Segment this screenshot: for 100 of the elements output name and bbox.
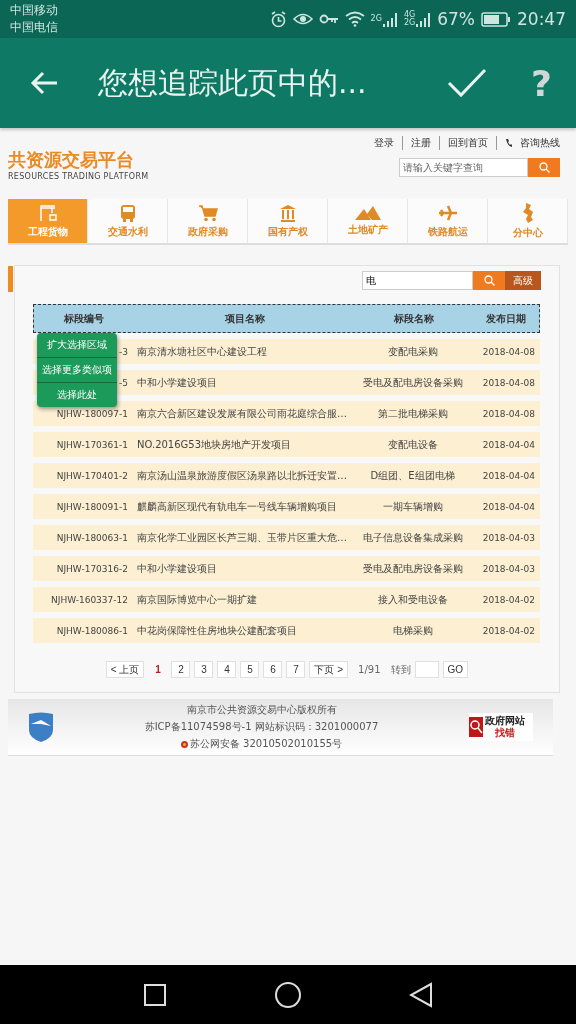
eye-icon xyxy=(292,12,313,26)
error-report-badge[interactable]: 政府网站 找错 xyxy=(469,713,533,741)
network-label: 2G xyxy=(403,19,416,27)
phone-icon xyxy=(505,139,512,147)
battery-icon xyxy=(481,11,511,27)
table-row[interactable]: NJHW-180091-1 麒麟高新区现代有轨电车一号线车辆增购项目 一期车辆增购 2018-04-04 xyxy=(33,494,540,519)
footer-text: 苏ICP备11074598号-1 网站标识码：3201000077 xyxy=(144,720,379,734)
table-cell-text: 受电及配电房设备采购 xyxy=(361,561,464,576)
table-cell-text: 麒麟高新区现代有轨电车一号线车辆增购项目 xyxy=(136,499,338,514)
table-cell-text: 2018-04-08 xyxy=(481,346,536,357)
table-cell-text: D组团、E组团电梯 xyxy=(369,468,456,483)
menu-item[interactable]: 选择更多类似项 xyxy=(37,358,117,383)
table-cell-text: 中和小学建设项目 xyxy=(136,375,218,390)
help-button[interactable]: ? xyxy=(531,62,552,104)
table-cell-text: 受电及配电房设备采购 xyxy=(361,375,464,390)
table-cell-text: 变配电设备 xyxy=(386,437,439,452)
prev-page-button[interactable]: < 上页 xyxy=(105,661,145,678)
table-cell-text: NJHW-170316-2 xyxy=(55,563,129,574)
section-tag xyxy=(8,266,13,292)
table-row[interactable]: NJHW-170361-1 NO.2016G53地块房地产开发项目 变配电设备 2018-04-04 xyxy=(33,432,540,457)
alarm-icon xyxy=(269,10,287,28)
table-row[interactable]: NJHW-180063-1 南京化学工业园区长芦三期、玉带片区重大危… 电子信息设备集成采购 2018-04-03 xyxy=(33,525,540,550)
column-header: 标段名称 xyxy=(392,311,435,326)
page-button[interactable]: 1 xyxy=(148,661,168,678)
header-link[interactable]: 注册 xyxy=(411,136,440,150)
square-icon[interactable] xyxy=(143,982,168,1007)
filter-field[interactable]: 电 xyxy=(362,271,473,290)
network-label: 4G xyxy=(403,11,416,19)
search-button[interactable] xyxy=(528,158,560,177)
table-cell-text: NJHW-180091-1 xyxy=(55,501,129,512)
page-button[interactable]: 4 xyxy=(217,661,237,678)
header-link[interactable]: 回到首页 xyxy=(448,136,497,150)
shield-icon xyxy=(28,712,54,742)
table-row[interactable]: NJHW-180086-1 中花岗保障性住房地块公建配套项目 电梯采购 2018-04-02 xyxy=(33,618,540,643)
map-icon xyxy=(521,202,534,223)
table-row[interactable]: NJHW-180097-1 南京六合新区建设发展有限公司雨花庭综合服… 第二批电梯采购 2018-04-08 xyxy=(33,401,540,426)
carrier-name: 中国移动 xyxy=(10,2,58,19)
cart-icon xyxy=(197,203,218,222)
table-cell-text: NO.2016G53地块房地产开发项目 xyxy=(136,437,293,452)
table-cell-text: 南京化学工业园区长芦三期、玉带片区重大危… xyxy=(136,530,348,545)
check-icon[interactable] xyxy=(447,68,488,98)
table-cell-text: NJHW-160337-12 xyxy=(50,594,129,605)
next-page-button[interactable]: 下页 > xyxy=(309,661,349,678)
table-cell-text: 南京清水塘社区中心建设工程 xyxy=(136,344,268,359)
page-button[interactable]: 7 xyxy=(286,661,306,678)
table-cell-text: 中花岗保障性住房地块公建配套项目 xyxy=(136,623,298,638)
table-cell-text: 南京国际博览中心一期扩建 xyxy=(136,592,258,607)
table-cell-text: 变配电采购 xyxy=(386,344,439,359)
table-cell-text: -5 xyxy=(118,377,129,388)
circle-icon[interactable] xyxy=(274,980,302,1009)
column-header: 项目名称 xyxy=(224,311,266,326)
table-cell-text: 2018-04-02 xyxy=(481,625,536,636)
site-logo-title: 共资源交易平台 xyxy=(8,148,135,172)
page-button[interactable]: 3 xyxy=(194,661,214,678)
menu-item[interactable]: 扩大选择区域 xyxy=(37,333,117,358)
table-cell-text: 电子信息设备集成采购 xyxy=(361,530,464,545)
search-icon xyxy=(538,162,550,173)
go-button[interactable]: GO xyxy=(442,661,469,678)
column-header: 发布日期 xyxy=(485,311,527,326)
footer-text: 苏公网安备 32010502010155号 xyxy=(189,737,343,751)
page-button[interactable]: 2 xyxy=(171,661,191,678)
table-cell-text: 一期车辆增购 xyxy=(381,499,444,514)
battery-percent: 67% xyxy=(437,9,475,29)
page-input[interactable] xyxy=(414,661,439,678)
table-cell-text: 2018-04-03 xyxy=(481,563,536,574)
table-cell-text: NJHW-180097-1 xyxy=(55,408,129,419)
bus-icon xyxy=(119,203,136,222)
hotline-link[interactable]: 咨询热线 xyxy=(520,136,560,150)
page-button[interactable]: 6 xyxy=(263,661,283,678)
airplane-icon xyxy=(437,203,458,222)
carrier-name: 中国电信 xyxy=(10,19,58,36)
table-cell-text: 中和小学建设项目 xyxy=(136,561,218,576)
table-row[interactable]: NJHW-170316-2 中和小学建设项目 受电及配电房设备采购 2018-04-03 xyxy=(33,556,540,581)
back-triangle-icon[interactable] xyxy=(408,981,433,1008)
signal-icon xyxy=(415,11,432,27)
emblem-icon xyxy=(180,740,188,748)
advanced-button[interactable]: 高级 xyxy=(505,271,541,290)
magnifier-icon xyxy=(469,717,483,737)
mountain-icon xyxy=(354,205,381,220)
table-cell-text: NJHW-180063-1 xyxy=(55,532,129,543)
table-cell-text: 2018-04-04 xyxy=(481,501,536,512)
bank-icon xyxy=(278,203,297,222)
column-header: 标段编号 xyxy=(63,311,105,326)
table-cell-text: -3 xyxy=(118,346,129,357)
back-arrow-icon[interactable] xyxy=(30,71,58,95)
table-row[interactable]: NJHW-170401-2 南京汤山温泉旅游度假区汤泉路以北拆迁安置… D组团、E组团电梯 2018-04-04 xyxy=(33,463,540,488)
search-button[interactable] xyxy=(473,271,505,290)
signal-icon xyxy=(381,11,398,27)
table-cell-text: NJHW-170361-1 xyxy=(55,439,129,450)
table-cell-text: 2018-04-03 xyxy=(481,532,536,543)
wifi-icon xyxy=(344,11,365,27)
search-field[interactable]: 请输入关键字查询 xyxy=(399,158,528,177)
table-cell-text: 2018-04-08 xyxy=(481,408,536,419)
page-count: 1/91 xyxy=(358,664,381,675)
crane-icon xyxy=(37,203,58,222)
header-link[interactable]: 登录 xyxy=(374,136,403,150)
page-button[interactable]: 5 xyxy=(240,661,260,678)
network-label: 2G xyxy=(370,15,382,23)
table-cell-text: 第二批电梯采购 xyxy=(376,406,449,421)
table-row[interactable]: NJHW-160337-12 南京国际博览中心一期扩建 接入和受电设备 2018-04-02 xyxy=(33,587,540,612)
